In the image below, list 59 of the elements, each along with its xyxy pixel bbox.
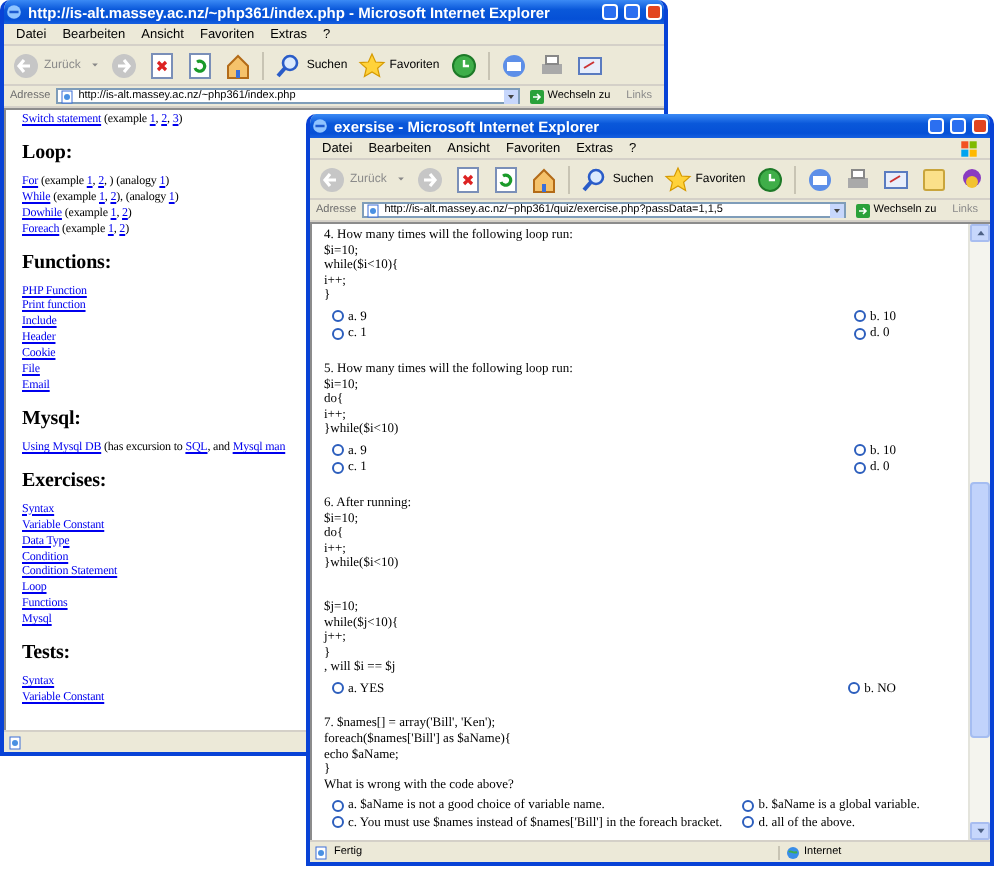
dropdown-caret-icon [829,203,844,217]
history-icon[interactable] [449,51,478,79]
maximize-button[interactable] [950,118,966,134]
radio-button[interactable] [332,799,344,812]
edit-icon[interactable] [881,165,910,193]
radio-button[interactable] [332,816,344,829]
page-icon [314,845,328,859]
stop-icon[interactable] [454,165,483,193]
minimize-button[interactable] [602,4,618,20]
radio-button[interactable] [854,310,866,323]
dropdown-caret-icon [503,89,518,103]
down-arrow-icon [975,826,985,836]
page-icon [8,735,22,749]
browser-icon [6,4,22,20]
scrollbar[interactable] [968,224,990,840]
section-heading: Exercises: [22,469,107,492]
browser-icon [312,118,328,134]
star-icon [357,51,386,79]
stop-icon[interactable] [148,51,177,79]
star-icon [663,165,692,193]
page-icon [60,89,75,103]
radio-button[interactable] [854,461,866,474]
radio-button[interactable] [332,444,344,457]
refresh-icon[interactable] [186,51,215,79]
history-icon[interactable] [755,165,784,193]
radio-button[interactable] [332,682,344,695]
section-heading: Mysql: [22,407,81,430]
go-arrow-icon [529,89,544,103]
edit-icon[interactable] [575,51,604,79]
radio-button[interactable] [332,461,344,474]
close-button[interactable] [646,4,662,20]
refresh-icon[interactable] [492,165,521,193]
radio-button[interactable] [742,816,755,829]
section-heading: Functions: [22,251,112,274]
minimize-button[interactable] [928,118,944,134]
section-heading: Tests: [22,642,71,665]
maximize-button[interactable] [624,4,640,20]
globe-icon [786,845,800,859]
radio-button[interactable] [332,327,344,340]
radio-button[interactable] [848,682,861,695]
radio-button[interactable] [854,444,866,457]
search-icon [274,51,303,79]
close-button[interactable] [972,118,988,134]
search-icon [580,165,609,193]
section-heading: Loop: [22,141,73,164]
up-arrow-icon [975,228,985,238]
scroll-thumb[interactable] [970,482,990,738]
page-icon [366,203,381,217]
home-icon[interactable] [224,51,253,79]
radio-button[interactable] [332,310,344,323]
windows-logo-icon [960,139,978,157]
printer-icon[interactable] [843,165,872,193]
dropdown-caret-icon [396,174,407,184]
go-arrow-icon [855,203,870,217]
home-icon[interactable] [530,165,559,193]
dropdown-caret-icon [90,60,101,70]
radio-button[interactable] [742,799,755,812]
printer-icon[interactable] [537,51,566,79]
radio-button[interactable] [854,327,866,340]
